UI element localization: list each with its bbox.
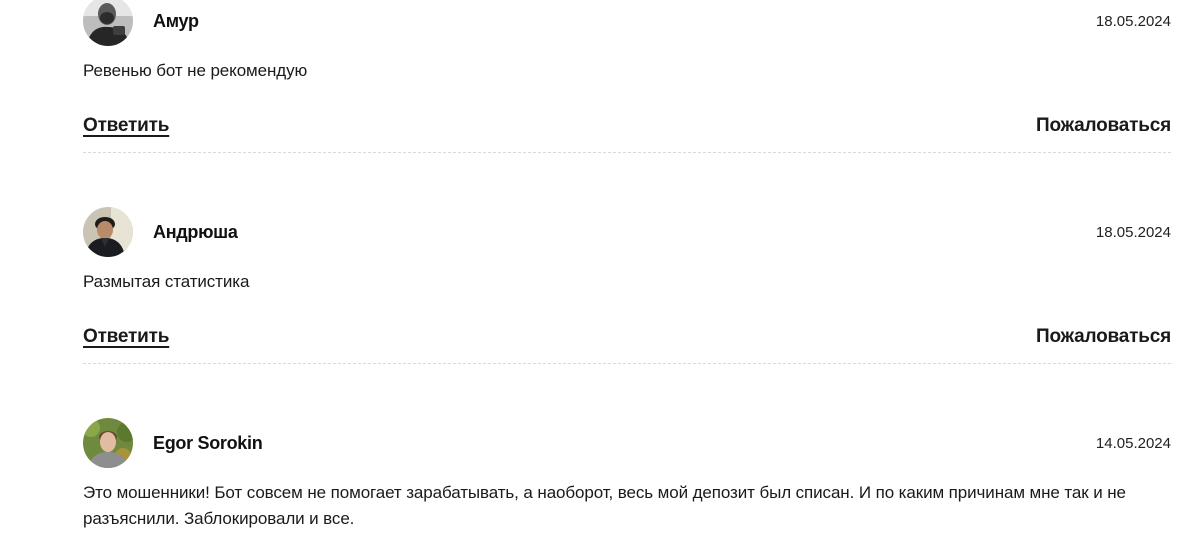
avatar	[83, 418, 133, 468]
author-name: Egor Sorokin	[153, 433, 263, 453]
report-link[interactable]: Пожаловаться	[1036, 325, 1171, 349]
comment-item: Амур 18.05.2024 Ревенью бот не рекоменду…	[83, 0, 1171, 153]
divider	[83, 363, 1171, 364]
avatar	[83, 0, 133, 46]
comment-date: 18.05.2024	[1095, 13, 1171, 30]
comment-text: Это мошенники! Бот совсем не помогает за…	[83, 483, 1126, 528]
report-link[interactable]: Пожаловаться	[1036, 114, 1171, 138]
comment-item: Egor Sorokin 14.05.2024 Это мошенники! Б…	[83, 418, 1171, 532]
author-name: Андрюша	[153, 222, 238, 242]
comment-text: Размытая статистика	[83, 272, 250, 291]
comment-header: Амур 18.05.2024	[83, 0, 1171, 46]
comment-date: 14.05.2024	[1095, 435, 1171, 452]
comment-text: Ревенью бот не рекомендую	[83, 61, 308, 80]
avatar	[83, 207, 133, 257]
author-name: Амур	[153, 11, 199, 31]
comment-header: Egor Sorokin 14.05.2024	[83, 418, 1171, 468]
reply-link[interactable]: Ответить	[83, 325, 169, 349]
comment-actions: Ответить Пожаловаться	[83, 325, 1171, 355]
divider	[83, 152, 1171, 153]
comment-item: Андрюша 18.05.2024 Размытая статистика О…	[83, 207, 1171, 364]
reply-link[interactable]: Ответить	[83, 114, 169, 138]
comment-date: 18.05.2024	[1095, 224, 1171, 241]
comment-actions: Ответить Пожаловаться	[83, 114, 1171, 144]
comment-header: Андрюша 18.05.2024	[83, 207, 1171, 257]
